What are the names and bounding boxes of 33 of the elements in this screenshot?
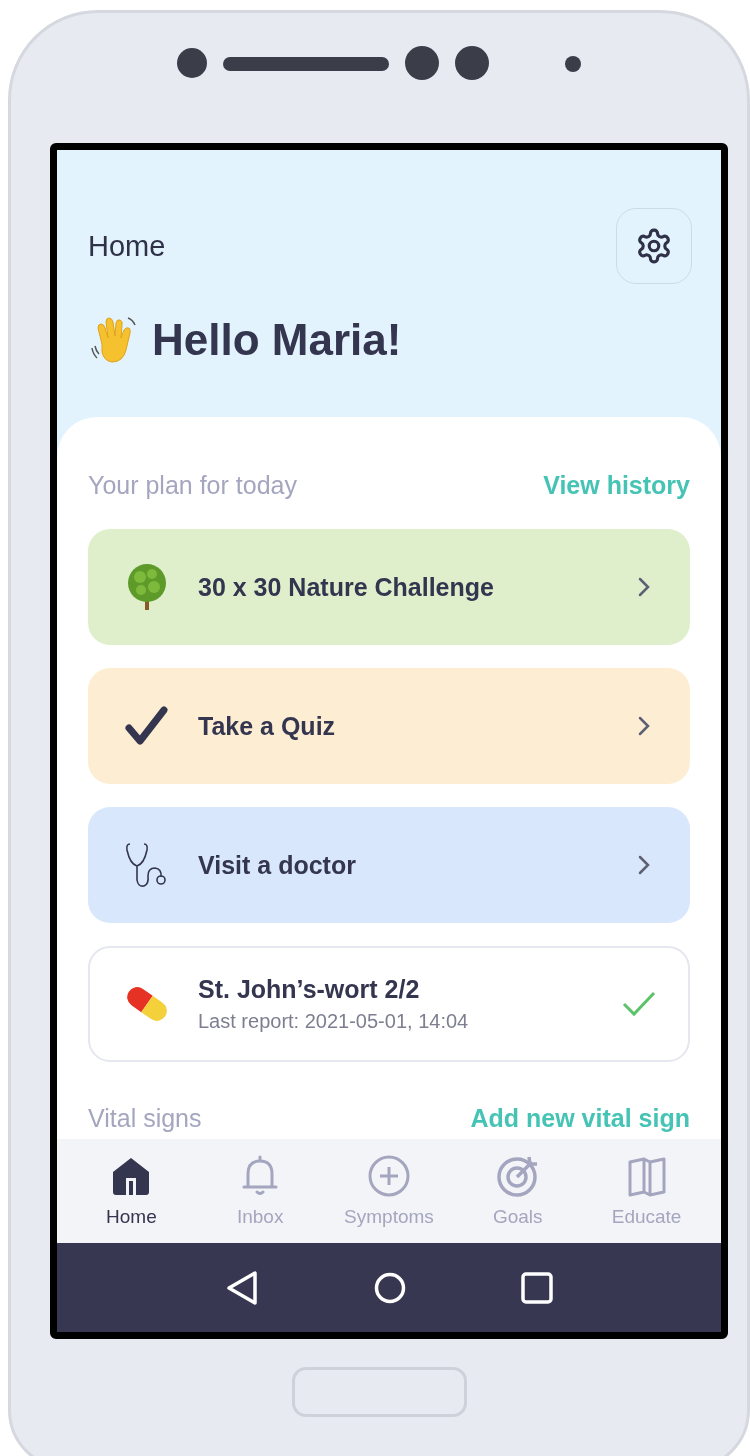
plan-item[interactable]: Visit a doctor <box>88 807 690 923</box>
section-heading: Vital signs <box>88 1104 202 1133</box>
section-heading: Your plan for today <box>88 471 297 500</box>
back-icon <box>224 1269 259 1306</box>
circle-icon <box>374 1271 406 1304</box>
medication-name: St. John’s-wort 2/2 <box>198 975 421 1004</box>
nav-tab[interactable]: Inbox <box>200 1154 321 1228</box>
last-report-text: Last report: 2021-05-01, 14:04 <box>198 1010 470 1033</box>
speaker-icon <box>223 57 389 71</box>
add-vital-sign-link[interactable]: Add new vital sign <box>470 1104 690 1133</box>
camera-icon <box>455 46 489 80</box>
chevron-right-icon <box>638 716 650 736</box>
view-history-link[interactable]: View history <box>543 471 690 500</box>
settings-icon <box>635 227 673 265</box>
camera-icon <box>405 46 439 80</box>
sensor-icon <box>565 56 581 72</box>
greeting-heading: Hello Maria! <box>152 315 402 365</box>
chevron-right-icon <box>638 577 650 597</box>
plan-item[interactable]: Take a Quiz <box>88 668 690 784</box>
medication-card[interactable]: St. John’s-wort 2/2 Last report: 2021-05-01, 14:04 <box>88 946 690 1062</box>
target-icon <box>495 1154 540 1198</box>
square-icon <box>521 1271 554 1304</box>
plus-circle-icon <box>367 1154 411 1198</box>
settings-button[interactable] <box>616 208 692 284</box>
nav-tab[interactable]: Home <box>71 1154 192 1228</box>
camera-icon <box>177 48 207 78</box>
nav-tab[interactable]: Goals <box>457 1154 578 1228</box>
page-title: Home <box>88 229 166 263</box>
plan-item[interactable]: 30 x 30 Nature Challenge <box>88 529 690 645</box>
chevron-right-icon <box>638 855 650 875</box>
checkmark-icon <box>124 706 170 746</box>
nav-tab[interactable]: Educate <box>586 1154 707 1228</box>
nav-tab[interactable]: Symptoms <box>329 1154 449 1228</box>
